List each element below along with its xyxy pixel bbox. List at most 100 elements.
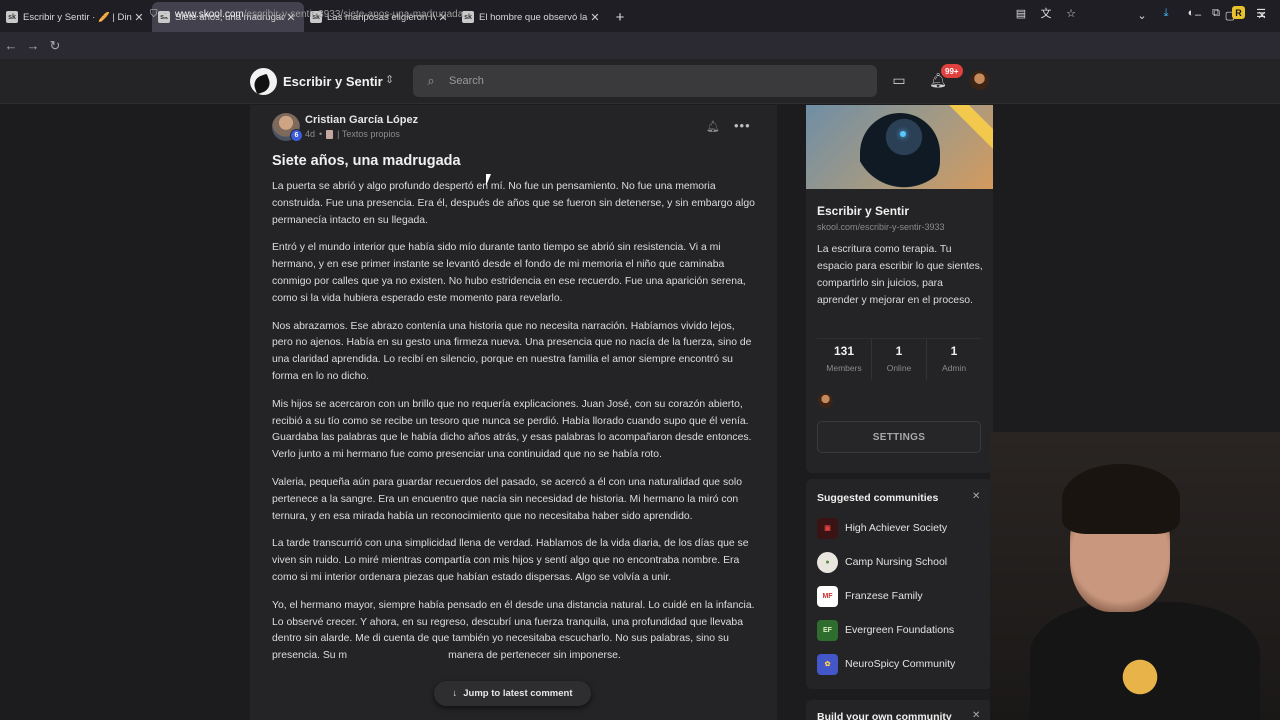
- chat-icon[interactable]: ▭: [890, 72, 908, 90]
- suggested-community-name: Evergreen Foundations: [845, 624, 955, 636]
- suggested-community-name: Camp Nursing School: [845, 556, 948, 568]
- corner-ribbon: [946, 105, 993, 152]
- post-paragraph: La puerta se abrió y algo profundo despe…: [272, 181, 755, 226]
- community-icon: ▣: [817, 517, 838, 539]
- post-age: 4d: [305, 129, 316, 139]
- back-arrow-icon[interactable]: ←: [0, 38, 22, 53]
- suggested-title: Suggested communities: [817, 492, 939, 504]
- community-icon: EF: [817, 619, 838, 641]
- search-bar[interactable]: ⌕: [413, 65, 877, 97]
- stat-number: 131: [833, 344, 855, 358]
- post-paragraph: Yo, el hermano mayor, siempre había pens…: [272, 599, 758, 662]
- raven-illustration: [860, 113, 940, 189]
- more-options-icon[interactable]: •••: [734, 118, 751, 133]
- reload-icon[interactable]: ↻: [44, 38, 66, 54]
- extensions-icon[interactable]: ⧉: [1207, 4, 1225, 22]
- community-logo[interactable]: [250, 68, 277, 95]
- suggested-community-item[interactable]: ▣ High Achiever Society: [817, 517, 947, 539]
- tab-close-icon[interactable]: ✕: [588, 11, 602, 24]
- url-host: www.skool.com: [174, 8, 244, 20]
- community-switcher-chevron-icon[interactable]: ⇕: [385, 73, 394, 86]
- jump-label: Jump to latest comment: [463, 688, 573, 699]
- tab-label: Escribir y Sentir · 🥖 | Dinámica: [23, 11, 132, 23]
- search-input[interactable]: [449, 75, 849, 87]
- arrow-down-icon: ↓: [452, 688, 458, 699]
- post-paragraph: Entró y el mundo interior que había sido…: [272, 242, 746, 304]
- stat-number: 1: [895, 344, 903, 358]
- url-path: /escribir-y-sentir-3933/siete-anos-una-m…: [243, 8, 464, 20]
- community-icon: MF: [817, 585, 838, 607]
- about-community-url[interactable]: skool.com/escribir-y-sentir-3933: [817, 222, 945, 232]
- settings-button[interactable]: SETTINGS: [817, 421, 981, 453]
- suggested-community-item[interactable]: ● Camp Nursing School: [817, 551, 947, 573]
- browser-tab[interactable]: sk El hombre que observó la luz I · ✕: [456, 2, 608, 32]
- webcam-hair: [1062, 464, 1180, 534]
- community-about-card: Escribir y Sentir skool.com/escribir-y-s…: [806, 105, 993, 473]
- webcam-shirt-print: [1100, 637, 1180, 717]
- stat-label: Online: [886, 363, 912, 373]
- build-title: Build your own community: [817, 711, 952, 720]
- stat-online[interactable]: 1 Online: [872, 339, 927, 380]
- post-title: Siete años, una madrugada: [272, 153, 461, 169]
- post-card: 6 Cristian García López 4d • | Textos pr…: [250, 105, 777, 720]
- forward-arrow-icon[interactable]: →: [22, 38, 44, 53]
- raven-eye: [900, 131, 906, 137]
- suggested-community-name: NeuroSpicy Community: [845, 658, 956, 670]
- post-paragraph: La tarde transcurrió con una simplicidad…: [272, 538, 749, 583]
- stat-admin[interactable]: 1 Admin: [927, 339, 981, 380]
- bookmark-star-icon[interactable]: ☆: [1062, 4, 1080, 22]
- reader-view-icon[interactable]: ▤: [1012, 4, 1030, 22]
- close-icon[interactable]: ✕: [972, 710, 980, 720]
- browser-toolbar-icons: ▤ 文 ☆ ⤓ ◐ ⧉ R ☰: [1012, 4, 1270, 22]
- separator: •: [319, 129, 323, 139]
- skool-favicon-icon: sk: [6, 11, 18, 23]
- stat-label: Admin: [941, 363, 967, 373]
- build-community-card: Build your own community ✕: [806, 700, 993, 720]
- about-description: La escritura como terapia. Tu espacio pa…: [817, 244, 983, 306]
- menu-hamburger-icon[interactable]: ☰: [1252, 4, 1270, 22]
- suggested-communities-card: Suggested communities ✕ ▣ High Achiever …: [806, 479, 993, 689]
- post-category[interactable]: | Textos propios: [337, 129, 400, 139]
- suggested-community-item[interactable]: EF Evergreen Foundations: [817, 619, 954, 641]
- browser-nav-bar: ← → ↻: [0, 32, 1280, 59]
- stat-members[interactable]: 131 Members: [817, 339, 872, 380]
- tab-label: El hombre que observó la luz I ·: [479, 11, 588, 23]
- user-avatar[interactable]: [970, 71, 989, 90]
- notification-badge: 99+: [941, 64, 963, 78]
- community-cover-image: [806, 105, 993, 189]
- tab-close-icon[interactable]: ✕: [132, 11, 146, 24]
- level-badge: 6: [290, 129, 303, 142]
- community-name[interactable]: Escribir y Sentir: [283, 74, 383, 89]
- skool-favicon-icon: sk: [462, 11, 474, 23]
- mouse-cursor: [486, 174, 491, 186]
- lock-icon: 🔒︎: [163, 8, 169, 20]
- member-avatar[interactable]: [818, 393, 833, 408]
- download-icon[interactable]: ⤓: [1157, 4, 1175, 22]
- account-icon[interactable]: ◐: [1182, 4, 1200, 22]
- community-icon: ✿: [817, 653, 838, 675]
- search-icon: ⌕: [427, 73, 435, 88]
- translate-icon[interactable]: 文: [1037, 4, 1055, 22]
- community-stats: 131 Members 1 Online 1 Admin: [817, 338, 981, 380]
- suggested-community-item[interactable]: MF Franzese Family: [817, 585, 923, 607]
- post-paragraph: Valeria, pequeña aún para guardar recuer…: [272, 476, 743, 522]
- author-name[interactable]: Cristian García López: [305, 114, 418, 126]
- jump-to-latest-comment-button[interactable]: ↓ Jump to latest comment: [434, 681, 591, 706]
- post-body: La puerta se abrió y algo profundo despe…: [272, 179, 756, 676]
- follow-bell-icon[interactable]: 🔔︎: [706, 120, 720, 133]
- stat-label: Members: [826, 363, 862, 373]
- shield-icon: ⛉: [150, 8, 158, 20]
- site-header: Escribir y Sentir ⇕ ⌕ ▭ 🔔︎ 99+: [0, 59, 1280, 104]
- close-icon[interactable]: ✕: [972, 491, 980, 502]
- community-icon: ●: [817, 551, 838, 573]
- address-bar[interactable]: ⛉ 🔒︎ www.skool.com/escribir-y-sentir-393…: [150, 5, 463, 23]
- suggested-community-item[interactable]: ✿ NeuroSpicy Community: [817, 653, 955, 675]
- extension-r-icon[interactable]: R: [1232, 6, 1245, 19]
- new-tab-plus-icon[interactable]: +: [608, 2, 632, 32]
- about-community-name: Escribir y Sentir: [817, 204, 910, 218]
- browser-tab[interactable]: sk Escribir y Sentir · 🥖 | Dinámica ✕: [0, 2, 152, 32]
- category-icon: [326, 129, 334, 139]
- suggested-community-name: High Achiever Society: [845, 522, 948, 534]
- stat-number: 1: [950, 344, 958, 358]
- post-paragraph: Mis hijos se acercaron con un brillo que…: [272, 398, 752, 461]
